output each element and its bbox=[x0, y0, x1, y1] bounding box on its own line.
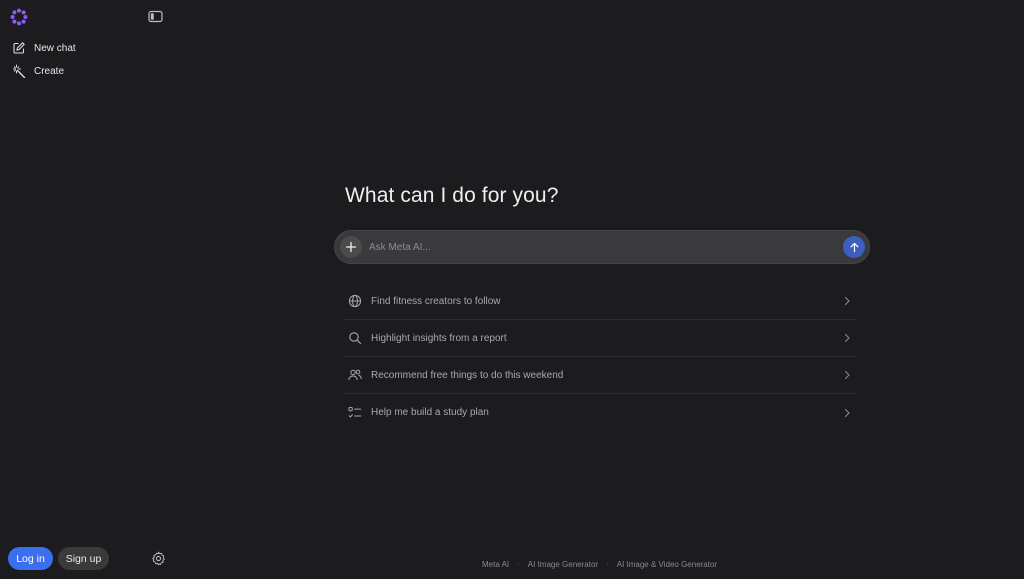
footer-links: Meta AI · AI Image Generator · AI Image … bbox=[482, 560, 717, 569]
signup-button[interactable]: Sign up bbox=[58, 547, 109, 570]
suggestion-list: Find fitness creators to follow Highligh… bbox=[343, 283, 857, 431]
search-icon bbox=[349, 332, 362, 345]
footer-separator: · bbox=[606, 560, 609, 569]
login-button[interactable]: Log in bbox=[8, 547, 53, 570]
chevron-right-icon bbox=[844, 370, 850, 380]
sidebar-toggle-icon[interactable] bbox=[148, 10, 164, 24]
meta-ai-logo-icon[interactable] bbox=[10, 8, 28, 26]
suggestion-item[interactable]: Recommend free things to do this weekend bbox=[343, 357, 857, 394]
chevron-right-icon bbox=[844, 296, 850, 306]
suggestion-item[interactable]: Highlight insights from a report bbox=[343, 320, 857, 357]
chevron-right-icon bbox=[844, 408, 850, 417]
checklist-icon bbox=[348, 406, 362, 417]
footer-separator: · bbox=[517, 560, 520, 569]
plus-icon bbox=[345, 241, 357, 253]
edit-icon bbox=[13, 42, 25, 54]
settings-gear-icon[interactable] bbox=[151, 551, 166, 566]
footer-link-ai-image-generator[interactable]: AI Image Generator bbox=[528, 560, 598, 569]
suggestion-item[interactable]: Help me build a study plan bbox=[343, 394, 857, 431]
suggestion-label: Find fitness creators to follow bbox=[371, 295, 501, 307]
ask-meta-ai-input[interactable] bbox=[369, 237, 829, 257]
suggestion-item[interactable]: Find fitness creators to follow bbox=[343, 283, 857, 320]
create-label: Create bbox=[34, 65, 65, 77]
page-headline: What can I do for you? bbox=[345, 184, 559, 207]
chevron-right-icon bbox=[844, 333, 850, 343]
globe-icon bbox=[348, 294, 362, 308]
attach-plus-button[interactable] bbox=[340, 236, 362, 258]
suggestion-label: Help me build a study plan bbox=[371, 407, 489, 418]
footer-link-meta-ai[interactable]: Meta AI bbox=[482, 560, 509, 569]
new-chat-label: New chat bbox=[34, 42, 76, 54]
arrow-up-icon bbox=[850, 242, 858, 252]
suggestion-label: Highlight insights from a report bbox=[371, 332, 507, 344]
new-chat-button[interactable]: New chat bbox=[8, 37, 158, 59]
sidebar: New chat Create Log in Sign up bbox=[0, 0, 176, 579]
suggestion-label: Recommend free things to do this weekend bbox=[371, 369, 564, 381]
footer-link-ai-image-video-generator[interactable]: AI Image & Video Generator bbox=[617, 560, 717, 569]
send-button[interactable] bbox=[843, 236, 865, 258]
people-icon bbox=[348, 369, 362, 381]
app-window: New chat Create Log in Sign up What can … bbox=[0, 0, 1024, 579]
create-button[interactable]: Create bbox=[8, 60, 158, 82]
magic-wand-icon bbox=[13, 64, 26, 78]
chat-composer bbox=[334, 230, 870, 264]
